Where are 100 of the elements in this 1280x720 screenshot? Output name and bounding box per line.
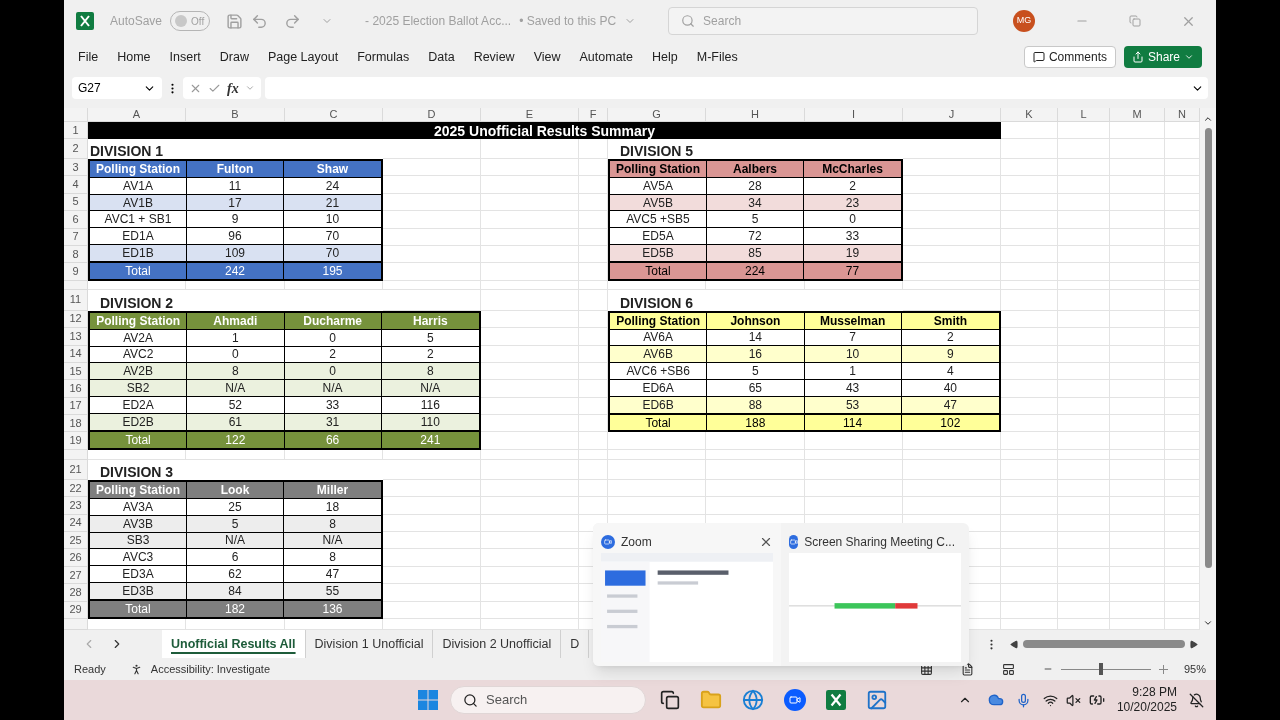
clock-time[interactable]: 9:28 PM <box>1132 685 1177 700</box>
total-cell: Total <box>90 431 188 448</box>
row-header[interactable]: 3 <box>64 159 88 177</box>
ribbon-tab[interactable]: Review <box>473 47 515 67</box>
save-icon[interactable] <box>226 12 244 30</box>
scroll-left-icon[interactable] <box>1010 639 1019 649</box>
ribbon-tab[interactable]: Home <box>117 47 151 67</box>
clock-date[interactable]: 10/20/2025 <box>1116 700 1177 715</box>
formula-input[interactable] <box>264 77 1208 99</box>
share-button[interactable]: Share <box>1123 46 1202 68</box>
table-cell-text: 47 <box>324 566 341 583</box>
ribbon-tab[interactable]: M-Files <box>696 47 738 67</box>
video-meeting-app-icon[interactable] <box>784 689 806 711</box>
sheet-tab[interactable]: Unofficial Results All <box>162 630 306 658</box>
zoom-slider[interactable] <box>1060 663 1151 675</box>
sheet-tab[interactable]: Division 1 Unofficial <box>305 630 434 658</box>
scroll-down-icon[interactable] <box>1203 618 1213 628</box>
row-header[interactable]: 28 <box>64 584 88 602</box>
column-header[interactable]: N <box>1165 108 1200 122</box>
restore-icon[interactable] <box>1129 15 1141 27</box>
row-header[interactable]: 23 <box>64 497 88 515</box>
column-header[interactable]: C <box>285 108 383 122</box>
row-header[interactable]: 25 <box>64 532 88 550</box>
start-icon[interactable] <box>418 690 438 710</box>
browser-icon[interactable] <box>742 689 764 711</box>
row-header[interactable] <box>64 449 88 460</box>
column-heading: Harris <box>412 312 449 329</box>
row-header[interactable]: 19 <box>64 432 88 450</box>
column-header[interactable]: G <box>608 108 706 122</box>
ribbon-tab[interactable]: Insert <box>169 47 201 67</box>
accessibility-status[interactable]: Accessibility: Investigate <box>150 660 270 678</box>
microphone-icon[interactable] <box>1015 692 1031 708</box>
sheet-tab[interactable]: D <box>561 630 590 658</box>
undo-icon[interactable] <box>251 12 269 30</box>
wifi-icon[interactable] <box>1042 692 1058 708</box>
column-header[interactable]: L <box>1058 108 1110 122</box>
column-header[interactable]: E <box>481 108 579 122</box>
comments-button[interactable]: Comments <box>1023 46 1116 68</box>
zoom-level[interactable]: 95% <box>1183 660 1206 678</box>
column-header[interactable]: B <box>186 108 285 122</box>
row-header[interactable]: 21 <box>64 459 88 480</box>
ribbon-tab[interactable]: Automate <box>579 47 634 67</box>
select-all-corner[interactable] <box>64 108 88 122</box>
user-avatar[interactable]: MG <box>1013 10 1035 32</box>
row-header[interactable]: 18 <box>64 415 88 433</box>
column-header[interactable]: F <box>579 108 608 122</box>
taskbar-search-field[interactable]: Search <box>450 686 646 714</box>
row-header[interactable]: 2 <box>64 139 88 159</box>
page-break-icon[interactable] <box>1001 662 1015 676</box>
volume-muted-icon[interactable] <box>1065 692 1081 708</box>
row-header[interactable]: 26 <box>64 549 88 567</box>
cloud-icon[interactable] <box>987 692 1004 708</box>
row-header[interactable]: 9 <box>64 263 88 281</box>
page-layout-icon[interactable] <box>960 662 974 676</box>
table-cell-text: 40 <box>942 380 959 396</box>
row-header[interactable]: 1 <box>64 122 88 139</box>
close-icon[interactable] <box>759 535 773 549</box>
ribbon-tab[interactable]: Help <box>652 47 678 67</box>
column-header[interactable]: H <box>706 108 805 122</box>
ribbon-tab[interactable]: File <box>78 47 99 67</box>
folder-icon[interactable] <box>700 689 722 711</box>
insert-function-button[interactable]: fx <box>227 77 239 99</box>
row-header[interactable]: 13 <box>64 328 88 346</box>
name-box[interactable]: G27 <box>72 77 162 99</box>
horizontal-scrollbar-thumb[interactable] <box>1023 640 1185 648</box>
scroll-right-icon[interactable] <box>1189 639 1198 649</box>
spreadsheet-app-icon[interactable] <box>826 690 846 710</box>
column-header[interactable]: M <box>1110 108 1165 122</box>
column-header[interactable]: D <box>383 108 481 122</box>
window-title[interactable]: Zoom <box>621 533 652 551</box>
ribbon-tab[interactable]: Formulas <box>357 47 410 67</box>
zoom-slider-thumb[interactable] <box>1099 663 1104 675</box>
photos-icon[interactable] <box>866 689 888 711</box>
row-header[interactable] <box>64 280 88 290</box>
column-header[interactable]: K <box>1001 108 1058 122</box>
ribbon-tab[interactable]: View <box>533 47 561 67</box>
task-view-icon[interactable] <box>660 690 680 710</box>
notifications-icon[interactable] <box>1189 692 1204 708</box>
row-header[interactable] <box>64 619 88 630</box>
column-header[interactable]: J <box>903 108 1001 122</box>
ribbon-tab[interactable]: Page Layout <box>267 47 339 67</box>
scroll-up-icon[interactable] <box>1203 114 1213 124</box>
column-header[interactable]: A <box>88 108 186 122</box>
battery-icon[interactable] <box>1088 692 1105 708</box>
redo-icon[interactable] <box>284 12 302 30</box>
spreadsheet-logo-icon[interactable] <box>76 12 94 30</box>
row-header[interactable]: 6 <box>64 211 88 229</box>
column-header[interactable]: I <box>805 108 903 122</box>
column-heading: Smith <box>932 312 969 329</box>
window-title[interactable]: Screen Sharing Meeting C... <box>804 533 955 551</box>
row-header[interactable]: 16 <box>64 380 88 398</box>
ribbon-tab[interactable]: Data <box>428 47 455 67</box>
row-header[interactable]: 4 <box>64 176 88 194</box>
sheet-tab[interactable]: Division 2 Unofficial <box>433 630 562 658</box>
vertical-scrollbar-thumb[interactable] <box>1204 128 1212 568</box>
caret-icon[interactable] <box>244 83 255 93</box>
table-cell-text: 47 <box>942 396 959 413</box>
row-header[interactable]: 11 <box>64 289 88 311</box>
zoom-in-icon[interactable] <box>1158 664 1168 674</box>
ribbon-tab[interactable]: Draw <box>219 47 249 67</box>
